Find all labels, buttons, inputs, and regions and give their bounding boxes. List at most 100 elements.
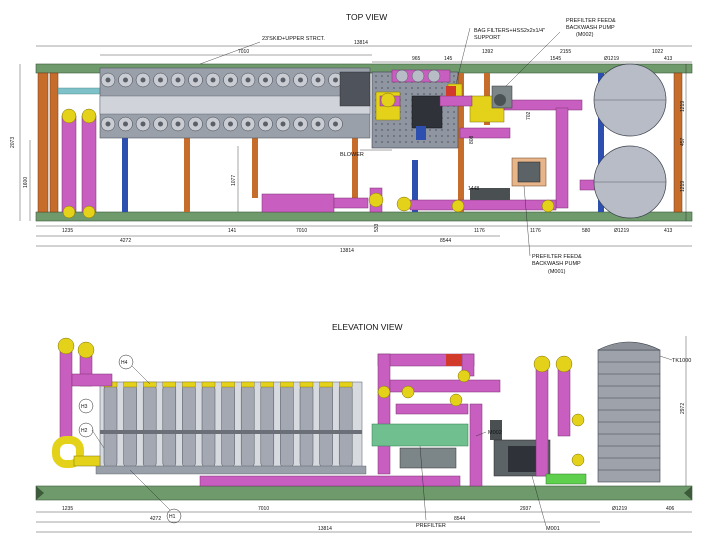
dim-1600: 1600 bbox=[23, 177, 29, 188]
elev-pipe-riser-5 bbox=[557, 365, 571, 437]
perforation-dot bbox=[387, 129, 389, 131]
perforation-dot bbox=[453, 129, 455, 131]
pump-m001-label-line3: (M001) bbox=[548, 269, 566, 275]
pipe-left-vertical-2 bbox=[81, 115, 97, 213]
bag-filter-2 bbox=[411, 69, 425, 83]
flange-4 bbox=[82, 205, 96, 219]
elev-membrane-vessel bbox=[182, 383, 196, 469]
elev-dim-1235: 1235 bbox=[62, 506, 73, 512]
perforation-dot bbox=[423, 87, 425, 89]
elev-membrane-vessel bbox=[319, 383, 333, 469]
perforation-dot bbox=[441, 135, 443, 137]
pump-m002-label-line3: (M002) bbox=[576, 32, 594, 38]
perforation-dot bbox=[435, 87, 437, 89]
dim-533: 533 bbox=[374, 223, 380, 232]
elev-membrane-vessel bbox=[201, 383, 216, 469]
dim-2155: 2155 bbox=[560, 49, 571, 55]
elev-dim-406: 406 bbox=[666, 506, 675, 512]
perforation-dot bbox=[453, 141, 455, 143]
elev-dim-8544: 8544 bbox=[454, 516, 465, 522]
elev-membrane-vessel bbox=[221, 383, 235, 469]
dim-1219-r2: 1219 bbox=[680, 181, 686, 192]
perforation-dot bbox=[393, 87, 395, 89]
flange-7 bbox=[451, 199, 465, 213]
label-m001: M001 bbox=[546, 526, 560, 532]
dim-1176-b: 1176 bbox=[530, 228, 541, 234]
pipe-lower-right bbox=[409, 199, 557, 211]
skid-post-left-inner bbox=[49, 72, 59, 213]
elev-flange-6 bbox=[449, 393, 463, 407]
perforation-dot bbox=[387, 75, 389, 77]
flange-2 bbox=[81, 108, 97, 124]
red-valve-top bbox=[446, 86, 456, 96]
dim-overall-bottom: 13814 bbox=[340, 248, 354, 254]
dim-413-bottom: 413 bbox=[664, 228, 673, 234]
perforation-dot bbox=[453, 75, 455, 77]
elev-vessel-cap bbox=[201, 381, 216, 388]
elev-green-pipe bbox=[545, 473, 587, 485]
skid-rail-bottom bbox=[35, 211, 693, 222]
perforation-dot bbox=[453, 135, 455, 137]
perforation-dot bbox=[417, 141, 419, 143]
perforation-dot bbox=[429, 141, 431, 143]
perforation-dot bbox=[441, 87, 443, 89]
pipe-to-pump bbox=[439, 95, 473, 107]
elev-dim-7010: 7010 bbox=[258, 506, 269, 512]
membrane-vessel-port bbox=[280, 77, 286, 83]
elev-pipe-left-1 bbox=[59, 347, 73, 441]
dim-1022: 1022 bbox=[652, 49, 663, 55]
dim-702: 702 bbox=[526, 111, 532, 120]
perforation-dot bbox=[405, 117, 407, 119]
elev-flange-9 bbox=[571, 413, 585, 427]
elev-left-stub bbox=[73, 455, 101, 467]
pump-m001-label-line2: BACKWASH PUMP bbox=[532, 261, 581, 267]
flange-6 bbox=[396, 196, 412, 212]
elev-membrane-vessel bbox=[280, 383, 294, 469]
perforation-dot bbox=[429, 129, 431, 131]
bag-filter-1 bbox=[395, 69, 409, 83]
elev-membrane-vessel bbox=[142, 383, 157, 469]
perforation-dot bbox=[375, 81, 377, 83]
perforation-dot bbox=[423, 141, 425, 143]
elev-vessel-cap bbox=[299, 381, 314, 388]
dim-145: 145 bbox=[444, 56, 453, 62]
membrane-vessel-port bbox=[123, 77, 128, 83]
manifold-block bbox=[339, 71, 371, 107]
elev-membrane-vessel bbox=[123, 383, 137, 469]
dim-4272: 4272 bbox=[120, 238, 131, 244]
pipe-lower-long bbox=[261, 193, 335, 213]
elev-dim-2972: 2972 bbox=[680, 403, 686, 414]
perforation-dot bbox=[399, 141, 401, 143]
membrane-vessel-port bbox=[140, 121, 146, 127]
support-label: SUPPORT bbox=[474, 35, 501, 41]
membrane-vessel-port bbox=[280, 121, 286, 127]
top-view-title: TOP VIEW bbox=[346, 12, 387, 22]
pump-m002 bbox=[491, 85, 513, 109]
membrane-vessel-port bbox=[158, 77, 163, 83]
perforation-dot bbox=[399, 87, 401, 89]
membrane-vessel-port bbox=[298, 77, 303, 83]
perforation-dot bbox=[435, 93, 437, 95]
perforation-dot bbox=[387, 135, 389, 137]
perforation-dot bbox=[375, 135, 377, 137]
pump-m001-body bbox=[517, 161, 541, 183]
perforation-dot bbox=[381, 135, 383, 137]
tank-tk1000-dome bbox=[597, 341, 661, 351]
callout-h2: H2 bbox=[81, 428, 88, 434]
dim-1176-a: 1176 bbox=[474, 228, 485, 234]
pipe-right-riser bbox=[555, 107, 569, 209]
elev-vessel-cap bbox=[240, 381, 255, 388]
label-prefilter: PREFILTER bbox=[416, 523, 446, 529]
elev-membrane-vessel bbox=[103, 383, 118, 469]
elev-membrane-vessel bbox=[299, 383, 314, 469]
dim-7010-top: 7010 bbox=[238, 49, 249, 55]
label-m002: M002 bbox=[488, 430, 502, 436]
perforation-dot bbox=[417, 93, 419, 95]
perforation-dot bbox=[393, 123, 395, 125]
elev-vessel-cap bbox=[339, 381, 353, 388]
top-tanks bbox=[593, 63, 667, 219]
membrane-vessel-port bbox=[228, 121, 233, 127]
perforation-dot bbox=[393, 141, 395, 143]
perforation-dot bbox=[381, 123, 383, 125]
perforation-dot bbox=[387, 123, 389, 125]
